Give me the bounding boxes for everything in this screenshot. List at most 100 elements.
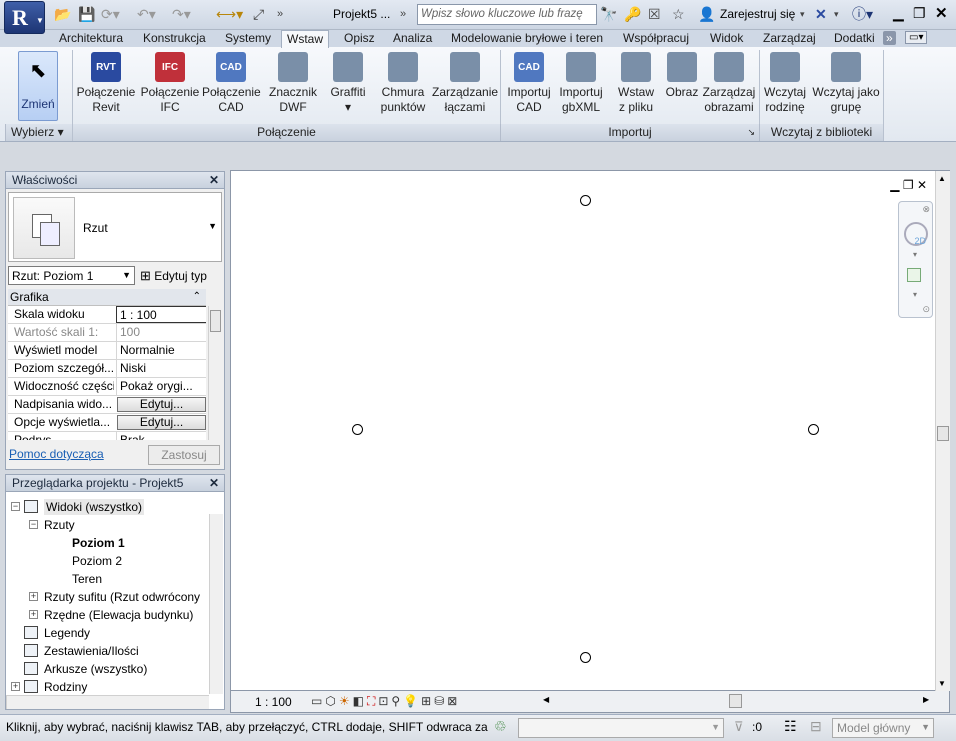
worksharing-icon[interactable]: ♲	[494, 718, 507, 735]
save-icon[interactable]: 💾	[78, 6, 95, 22]
overflow-icon-2[interactable]: »	[400, 6, 406, 22]
import-button-0[interactable]: CAD Importuj CAD	[502, 52, 556, 115]
restore-icon[interactable]: ❐	[913, 5, 931, 21]
property-row[interactable]: Podrys Brak	[8, 432, 206, 440]
collapse-icon[interactable]: −	[11, 502, 20, 511]
sync-icon[interactable]: ⟳▾	[101, 6, 120, 22]
import-button-4[interactable]: Zarządzaj obrazami	[702, 52, 756, 115]
close-icon[interactable]: ✕	[935, 4, 953, 22]
ribbon-minimize-icon[interactable]: ▭▾	[905, 31, 928, 44]
dialog-launcher-icon[interactable]: ↘	[747, 124, 755, 140]
measure-icon[interactable]: ⟷▾	[216, 6, 243, 22]
filter-icon[interactable]: ⊽	[734, 719, 744, 735]
browser-item[interactable]: Rzuty sufitu (Rzut odwrócony	[44, 589, 200, 605]
tab-6[interactable]: Modelowanie bryłowe i teren	[446, 30, 608, 47]
browser-item[interactable]: Legendy	[44, 625, 90, 641]
user-icon[interactable]: 👤	[698, 6, 715, 22]
edit-type-button[interactable]: ⊞ Edytuj typ	[140, 268, 207, 284]
exchange-icon[interactable]: ✕	[815, 6, 827, 22]
editing-requests-icon[interactable]: ☷	[784, 718, 797, 735]
graphics-group-header[interactable]: Grafika ⌃	[8, 289, 206, 306]
browser-hscrollbar[interactable]	[6, 695, 209, 709]
tab-0[interactable]: Architektura	[54, 30, 128, 47]
minimize-view-icon[interactable]: ▁	[890, 178, 899, 192]
elevation-marker-west[interactable]	[352, 424, 363, 435]
zoom-region-icon[interactable]	[907, 268, 921, 282]
edit-property-button[interactable]: Edytuj...	[117, 397, 206, 412]
overflow-icon[interactable]: »	[277, 6, 283, 22]
steering-wheel-icon[interactable]: 2D	[904, 222, 928, 246]
crop-view-icon[interactable]: ⛶	[367, 694, 378, 708]
browser-item[interactable]: Poziom 1	[72, 535, 125, 551]
elevation-marker-north[interactable]	[580, 195, 591, 206]
elevation-marker-east[interactable]	[808, 424, 819, 435]
wheel-dropdown-icon[interactable]: ▾	[913, 250, 917, 259]
help-icon[interactable]: ⓘ▾	[852, 6, 873, 22]
tab-3[interactable]: Wstaw	[281, 30, 329, 48]
application-menu-button[interactable]: R ▼	[4, 1, 45, 34]
sign-in-dropdown-icon[interactable]: ▾	[800, 6, 805, 22]
hscroll-left-icon[interactable]: ◀	[543, 695, 549, 704]
library-button-0[interactable]: Wczytaj rodzinę	[761, 52, 809, 115]
select-panel-title[interactable]: Wybierz ▾	[5, 124, 72, 141]
search-input[interactable]: Wpisz słowo kluczowe lub frazę	[417, 4, 597, 25]
property-value[interactable]: 1 : 100	[116, 306, 206, 323]
tab-8[interactable]: Widok	[705, 30, 748, 47]
link-button-4[interactable]: Graffiti ▾	[326, 52, 370, 115]
tab-4[interactable]: Opisz	[339, 30, 380, 47]
show-crop-icon[interactable]: ⊡	[378, 694, 391, 708]
favorites-star-icon[interactable]: ☆	[672, 6, 685, 22]
key-icon[interactable]: 🔑	[624, 6, 641, 22]
dimension-icon[interactable]: ⤢	[253, 6, 264, 22]
visual-style-icon[interactable]: ⬡	[325, 694, 338, 708]
undo-icon[interactable]: ↶▾	[137, 6, 156, 22]
link-button-0[interactable]: RVT Połączenie Revit	[74, 52, 138, 115]
reveal-hidden-icon[interactable]: 💡	[403, 694, 421, 708]
browser-item[interactable]: Teren	[72, 571, 102, 587]
link-button-5[interactable]: Chmura punktów	[374, 52, 432, 115]
property-value[interactable]: Normalnie	[116, 342, 206, 359]
close-navbar-icon[interactable]: ⊗	[922, 204, 930, 215]
workset-select[interactable]: ▼	[518, 718, 724, 738]
close-view-icon[interactable]: ✕	[917, 178, 927, 192]
zoom-dropdown-icon[interactable]: ▾	[913, 290, 917, 299]
property-row[interactable]: Poziom szczegół... Niski	[8, 360, 206, 378]
sun-path-icon[interactable]: ☀	[339, 694, 353, 708]
tab-1[interactable]: Konstrukcja	[138, 30, 211, 47]
property-row[interactable]: Widoczność części Pokaż orygi...	[8, 378, 206, 396]
browser-item[interactable]: Rodziny	[44, 679, 87, 695]
tab-7[interactable]: Współpracuj	[618, 30, 694, 47]
analytical-model-icon[interactable]: ⛁	[434, 694, 447, 708]
communication-icon[interactable]: ☒	[648, 6, 661, 22]
expand-icon[interactable]: +	[11, 682, 20, 691]
property-value[interactable]: Niski	[116, 360, 206, 377]
collapse-icon[interactable]: −	[29, 520, 38, 529]
link-button-2[interactable]: CAD Połączenie CAD	[202, 52, 261, 115]
open-icon[interactable]: 📂	[54, 6, 71, 22]
detail-level-icon[interactable]: ▭	[311, 694, 325, 708]
tab-10[interactable]: Dodatki	[829, 30, 880, 47]
elevation-marker-south[interactable]	[580, 652, 591, 663]
close-properties-icon[interactable]: ✕	[209, 172, 219, 188]
redo-icon[interactable]: ↷▾	[172, 6, 191, 22]
exchange-dropdown-icon[interactable]: ▾	[834, 6, 839, 22]
property-row[interactable]: Wyświetl model Normalnie	[8, 342, 206, 360]
expand-icon[interactable]: +	[29, 610, 38, 619]
tab-9[interactable]: Zarządzaj	[758, 30, 821, 47]
navbar-options-icon[interactable]: ⊙	[922, 304, 930, 315]
shadows-icon[interactable]: ◧	[353, 694, 367, 708]
restore-view-icon[interactable]: ❐	[903, 178, 914, 192]
expand-icon[interactable]: +	[29, 592, 38, 601]
lock-3d-icon[interactable]: ⊞	[421, 694, 434, 708]
import-button-3[interactable]: Obraz	[662, 52, 702, 100]
property-row[interactable]: Wartość skali 1: 100	[8, 324, 206, 342]
minimize-icon[interactable]: ▁	[893, 5, 911, 21]
hscroll-thumb[interactable]	[729, 694, 742, 708]
browser-item[interactable]: Rzędne (Elewacja budynku)	[44, 607, 193, 623]
close-browser-icon[interactable]: ✕	[209, 475, 219, 491]
property-value[interactable]: Pokaż orygi...	[116, 378, 206, 395]
browser-item[interactable]: Zestawienia/Ilości	[44, 643, 139, 659]
property-row[interactable]: Skala widoku 1 : 100	[8, 306, 206, 324]
import-button-1[interactable]: Importuj gbXML	[556, 52, 606, 115]
apply-button[interactable]: Zastosuj	[148, 445, 220, 465]
